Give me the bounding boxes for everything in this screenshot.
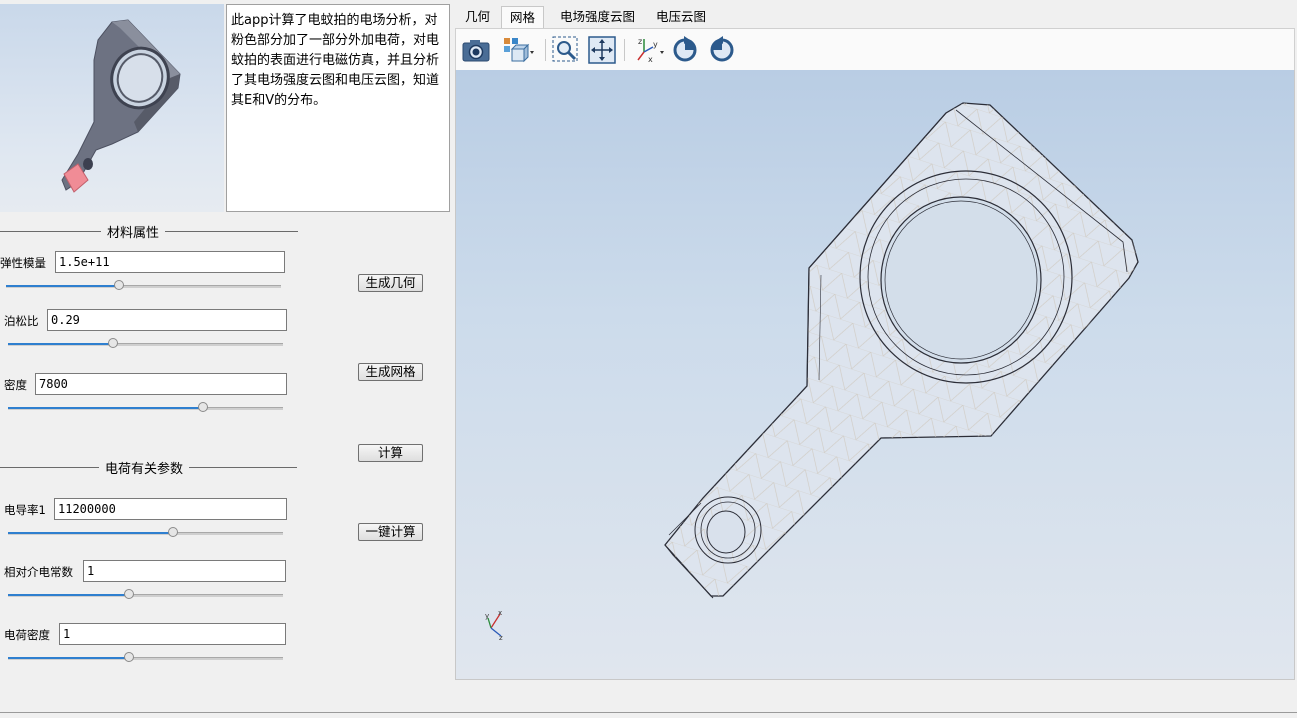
permittivity-label: 相对介电常数 — [4, 565, 73, 579]
poisson-ratio-slider[interactable] — [8, 336, 283, 352]
charge-density-input[interactable]: 1 — [59, 623, 286, 645]
axis-y-label: y — [485, 612, 489, 620]
geometry-preview-model — [61, 19, 181, 193]
graphics-toolbar: z yx — [455, 28, 1295, 70]
charge-density-label: 电荷密度 — [4, 628, 50, 642]
geometry-preview-image — [0, 4, 224, 212]
zoom-extents-icon[interactable] — [587, 35, 617, 65]
view-cube-icon[interactable] — [502, 35, 534, 65]
charge-density-slider[interactable] — [8, 650, 283, 666]
conductivity-label: 电导率1 — [4, 503, 46, 517]
slider-thumb[interactable] — [124, 589, 134, 599]
rotate-ccw-icon[interactable] — [670, 35, 700, 65]
one-click-compute-button[interactable]: 一键计算 — [358, 523, 423, 541]
view-tabbar: 几何 网格 电场强度云图 电压云图 — [455, 4, 1295, 28]
compute-button[interactable]: 计算 — [358, 444, 423, 462]
density-slider[interactable] — [8, 400, 283, 416]
slider-thumb[interactable] — [113, 280, 124, 290]
conductivity-slider[interactable] — [8, 525, 283, 541]
permittivity-input[interactable]: 1 — [83, 560, 286, 582]
slider-thumb[interactable] — [107, 338, 118, 348]
tab-voltage[interactable]: 电压云图 — [648, 6, 714, 28]
poisson-ratio-input[interactable]: 0.29 — [47, 309, 287, 331]
axis-z-label: z — [499, 634, 503, 642]
tab-geometry[interactable]: 几何 — [457, 6, 498, 28]
conductivity-input[interactable]: 11200000 — [54, 498, 287, 520]
camera-icon[interactable] — [461, 35, 491, 65]
slider-thumb[interactable] — [198, 402, 209, 412]
graphics-viewport[interactable]: x y z — [455, 70, 1295, 680]
density-input[interactable]: 7800 — [35, 373, 287, 395]
elastic-modulus-slider[interactable] — [6, 278, 281, 294]
rotate-cw-icon[interactable] — [707, 35, 737, 65]
generate-geometry-button[interactable]: 生成几何 — [358, 274, 423, 292]
tab-mesh[interactable]: 网格 — [501, 6, 545, 28]
description-text: 此app计算了电蚊拍的电场分析，对粉色部分加了一部分外加电荷，对电蚊拍的表面进行… — [226, 4, 450, 212]
svg-text:y: y — [653, 40, 658, 49]
zoom-box-icon[interactable] — [551, 35, 581, 65]
axis-orientation-icon[interactable]: z yx — [633, 35, 664, 65]
generate-mesh-button[interactable]: 生成网格 — [358, 363, 423, 381]
elastic-modulus-label: 弹性模量 — [0, 256, 46, 270]
status-bar — [0, 680, 1297, 718]
permittivity-slider[interactable] — [8, 587, 283, 603]
mesh-model: x y z — [485, 102, 1139, 642]
axis-triad: x y z — [485, 609, 503, 642]
charge-section-title: 电荷有关参数 — [99, 458, 190, 477]
svg-text:x: x — [648, 55, 653, 64]
slider-thumb[interactable] — [124, 652, 134, 662]
material-section-title: 材料属性 — [101, 222, 166, 241]
tab-electric-field[interactable]: 电场强度云图 — [552, 6, 643, 28]
axis-x-label: x — [498, 609, 502, 617]
svg-text:z: z — [638, 37, 642, 46]
poisson-ratio-label: 泊松比 — [4, 314, 39, 328]
density-label: 密度 — [4, 378, 27, 392]
elastic-modulus-input[interactable]: 1.5e+11 — [55, 251, 285, 273]
slider-thumb[interactable] — [168, 527, 178, 537]
